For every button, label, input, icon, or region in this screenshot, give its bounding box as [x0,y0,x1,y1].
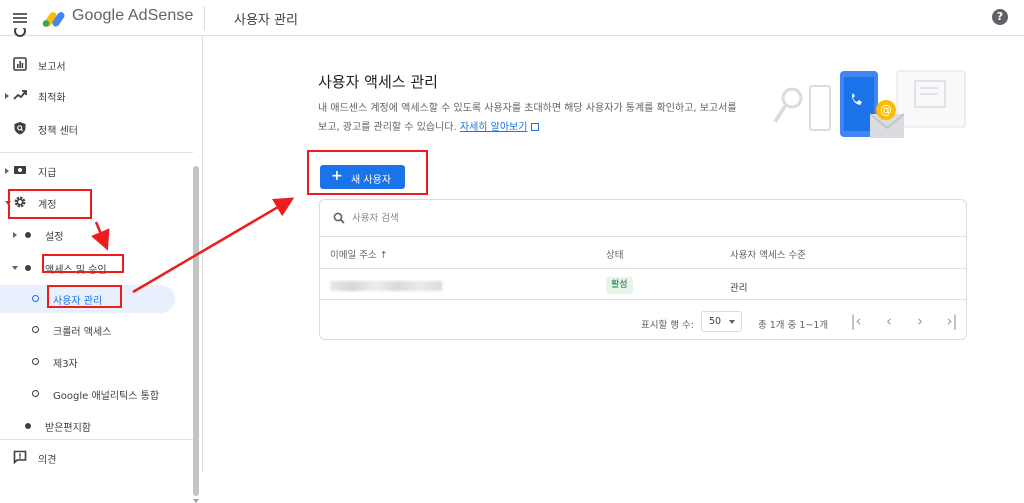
hamburger-menu-icon[interactable] [8,8,32,28]
sidebar-item-reports[interactable]: 보고서 [0,51,200,79]
sidebar-item-label: 의견 [38,455,57,466]
sidebar-item-label: 크롤러 액세스 [53,327,112,338]
topbar-divider [204,6,205,30]
sidebar-item-account[interactable]: 계정 [0,189,200,217]
sidebar-divider [0,439,193,440]
sidebar-item-label: 지급 [38,168,57,179]
row-divider [320,299,966,300]
sub-bullet-icon [32,295,39,302]
bullet-icon [25,265,31,271]
sidebar-item-optimization[interactable]: 최적화 [0,82,200,110]
next-page-icon[interactable]: › [908,310,932,334]
help-icon[interactable]: ? [992,9,1008,25]
plus-icon: + [331,168,343,184]
sidebar-item-label: 정책 센터 [38,126,78,137]
expand-caret-icon [5,93,9,99]
sidebar-item-label: 받은편지함 [45,423,91,434]
section-description: 내 애드센스 계정에 액세스할 수 있도록 사용자를 초대하면 해당 사용자가 … [318,99,748,137]
status-badge: 활성 [606,277,633,294]
sidebar-item-settings[interactable]: 설정 [0,221,200,249]
add-user-button-label: 새 사용자 [351,175,391,186]
sidebar: 보고서 최적화 정책 센터 지급 계정 설정 액세스 및 승인 사용자 관리 크… [0,28,203,503]
last-page-icon[interactable]: ›| [940,310,964,334]
access-level-cell: 관리 [730,283,748,294]
sidebar-item-label: 액세스 및 승인 [45,265,107,276]
sub-bullet-icon [32,358,39,365]
sidebar-item-third-parties[interactable]: 제3자 [0,348,200,376]
user-access-illustration: @ [773,70,966,138]
sidebar-item-inbox[interactable]: 받은편지함 [0,412,200,440]
sidebar-divider [0,152,193,153]
expand-caret-icon [5,168,9,174]
sidebar-item-label: 계정 [38,200,57,211]
open-in-new-icon [531,123,540,131]
column-header-status: 상태 [606,250,624,261]
add-user-button[interactable]: + 새 사용자 [320,165,405,189]
sidebar-item-label: Google 애널리틱스 통합 [53,391,160,402]
trending-up-icon [13,90,27,100]
redacted-email [330,281,442,291]
sidebar-item-crawler-access[interactable]: 크롤러 액세스 [0,316,200,344]
column-header-email[interactable]: 이메일 주소 ↑ [330,247,388,261]
svg-text:@: @ [880,103,892,117]
sidebar-item-label: 설정 [45,232,64,243]
sidebar-item-feedback[interactable]: 의견 [0,444,200,472]
section-heading: 사용자 액세스 관리 [318,73,438,91]
rows-per-page-label: 표시할 행 수: [641,320,694,331]
search-bar[interactable] [320,200,966,237]
bullet-icon [25,232,31,238]
pagination-range: 총 1개 중 1~1개 [758,320,829,331]
sidebar-item-label: 보고서 [38,62,66,73]
column-header-access-level: 사용자 액세스 수준 [730,250,806,261]
adsense-logo-icon [42,12,65,27]
policy-shield-icon [14,122,26,135]
bullet-icon [25,423,31,429]
sub-bullet-icon [32,390,39,397]
brand-name: Google AdSense [72,7,194,24]
search-icon [333,212,345,224]
learn-more-link[interactable]: 자세히 알아보기 [460,122,528,133]
page-title: 사용자 관리 [234,13,298,28]
users-table-card: 이메일 주소 ↑ 상태 사용자 액세스 수준 활성 관리 표시할 행 수: 50… [319,199,967,340]
sidebar-scrollbar[interactable] [193,166,199,496]
top-app-bar: Google AdSense 사용자 관리 ? [0,0,1024,36]
scroll-down-arrow-icon[interactable] [193,499,199,503]
payments-icon [14,166,26,174]
search-input[interactable] [352,209,652,227]
report-icon [13,57,27,71]
sidebar-item-policy-center[interactable]: 정책 센터 [0,115,200,143]
sidebar-item-label: 최적화 [38,93,66,104]
expand-caret-icon [13,232,17,238]
rows-per-page-select[interactable]: 50 [701,311,742,332]
prev-page-icon[interactable]: ‹ [877,310,901,334]
first-page-icon[interactable]: |‹ [844,310,868,334]
sub-bullet-icon [32,326,39,333]
collapse-caret-icon [12,266,18,270]
rows-per-page-value: 50 [709,316,722,327]
partial-nav-icon [14,28,26,37]
collapse-caret-icon [5,201,11,205]
gear-icon [14,196,26,208]
dropdown-arrow-icon [729,320,735,324]
sidebar-item-label: 사용자 관리 [53,296,103,307]
sidebar-item-user-management[interactable]: 사용자 관리 [0,285,175,313]
row-divider [320,268,966,269]
sidebar-item-access-authorization[interactable]: 액세스 및 승인 [0,254,200,282]
sidebar-item-payments[interactable]: 지급 [0,157,200,185]
feedback-icon [13,450,27,464]
sidebar-item-analytics-integration[interactable]: Google 애널리틱스 통합 [0,380,200,408]
sidebar-item-label: 제3자 [53,359,78,370]
